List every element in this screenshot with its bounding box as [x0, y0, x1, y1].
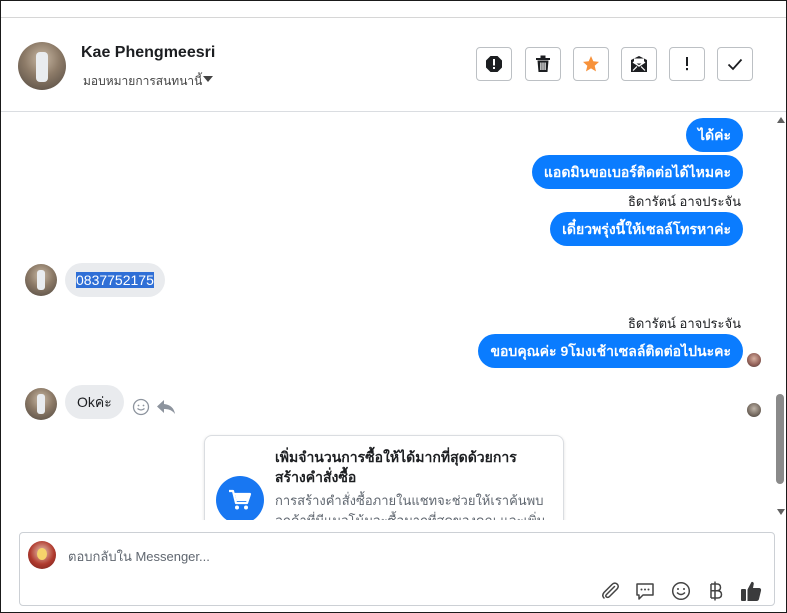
exclamation-icon	[686, 57, 688, 71]
outgoing-message[interactable]: แอดมินขอเบอร์ติดต่อได้ไหมคะ	[531, 155, 743, 189]
card-title: เพิ่มจำนวนการซื้อให้ได้มากที่สุดด้วยการส…	[275, 449, 517, 485]
paperclip-icon	[602, 582, 619, 599]
contact-avatar-small[interactable]	[25, 388, 57, 420]
star-button[interactable]	[573, 47, 609, 81]
follow-up-button[interactable]	[669, 47, 705, 81]
reply-composer[interactable]: ตอบกลับใน Messenger...	[19, 532, 775, 606]
chevron-down-icon[interactable]	[203, 76, 213, 82]
chat-bubble-icon	[636, 583, 654, 600]
attach-button[interactable]	[598, 579, 622, 603]
selected-phone-text[interactable]: 0837752175	[76, 272, 154, 288]
scroll-up-arrow-icon[interactable]	[777, 117, 785, 123]
sender-name: ธิดารัตน์ อาจประจัน	[627, 194, 741, 209]
outgoing-message[interactable]: ขอบคุณค่ะ 9โมงเช้าเซลล์ติดต่อไปนะคะ	[478, 334, 743, 368]
seen-receipt-avatar	[747, 353, 761, 367]
thread-scrollbar[interactable]	[774, 112, 786, 520]
messenger-window: Kae Phengmeesri มอบหมายการสนทนานี้ ได้ค่…	[0, 0, 787, 613]
page-avatar	[28, 541, 56, 569]
trash-icon	[536, 55, 550, 72]
mark-done-button[interactable]	[717, 47, 753, 81]
scrollbar-thumb[interactable]	[776, 394, 784, 484]
order-tip-card[interactable]: เพิ่มจำนวนการซื้อให้ได้มากที่สุดด้วยการส…	[204, 435, 564, 520]
seen-receipt-avatar	[747, 403, 761, 417]
incoming-message[interactable]: Okค่ะ	[65, 385, 124, 419]
envelope-icon	[631, 56, 647, 72]
mark-unread-button[interactable]	[621, 47, 657, 81]
emoji-button[interactable]	[669, 579, 693, 603]
contact-avatar[interactable]	[18, 42, 66, 90]
card-icon-circle	[216, 476, 264, 520]
contact-avatar-small[interactable]	[25, 264, 57, 296]
saved-replies-button[interactable]	[633, 579, 657, 603]
star-icon	[583, 56, 599, 72]
message-thread[interactable]: ได้ค่ะ แอดมินขอเบอร์ติดต่อได้ไหมคะ ธิดาร…	[1, 112, 771, 520]
baht-icon	[710, 581, 723, 601]
smiley-icon	[671, 581, 691, 601]
conversation-header: Kae Phengmeesri มอบหมายการสนทนานี้	[1, 18, 786, 112]
outgoing-message[interactable]: ได้ค่ะ	[685, 118, 743, 152]
emoji-reaction-icon[interactable]	[132, 398, 150, 416]
reply-icon[interactable]	[156, 398, 176, 416]
payment-button[interactable]	[704, 579, 728, 603]
check-icon	[727, 58, 743, 71]
incoming-message[interactable]: 0837752175	[65, 263, 165, 297]
outgoing-message[interactable]: เดี๋ยวพรุ่งนี้ให้เซลล์โทรหาค่ะ	[550, 212, 743, 246]
mark-spam-button[interactable]	[476, 47, 512, 81]
alert-octagon-icon	[486, 56, 502, 72]
scroll-down-arrow-icon[interactable]	[777, 509, 785, 515]
reply-input[interactable]: ตอบกลับใน Messenger...	[68, 546, 210, 567]
contact-name[interactable]: Kae Phengmeesri	[81, 44, 215, 62]
assign-conversation-label[interactable]: มอบหมายการสนทนานี้	[83, 72, 202, 91]
card-body: การสร้างคำสั่งซื้อภายในแชทจะช่วยให้เราค้…	[275, 493, 545, 520]
delete-button[interactable]	[525, 47, 561, 81]
shopping-cart-icon	[229, 489, 252, 510]
like-button[interactable]	[739, 579, 763, 603]
thumbs-up-icon	[741, 581, 762, 601]
sender-name: ธิดารัตน์ อาจประจัน	[627, 316, 741, 331]
